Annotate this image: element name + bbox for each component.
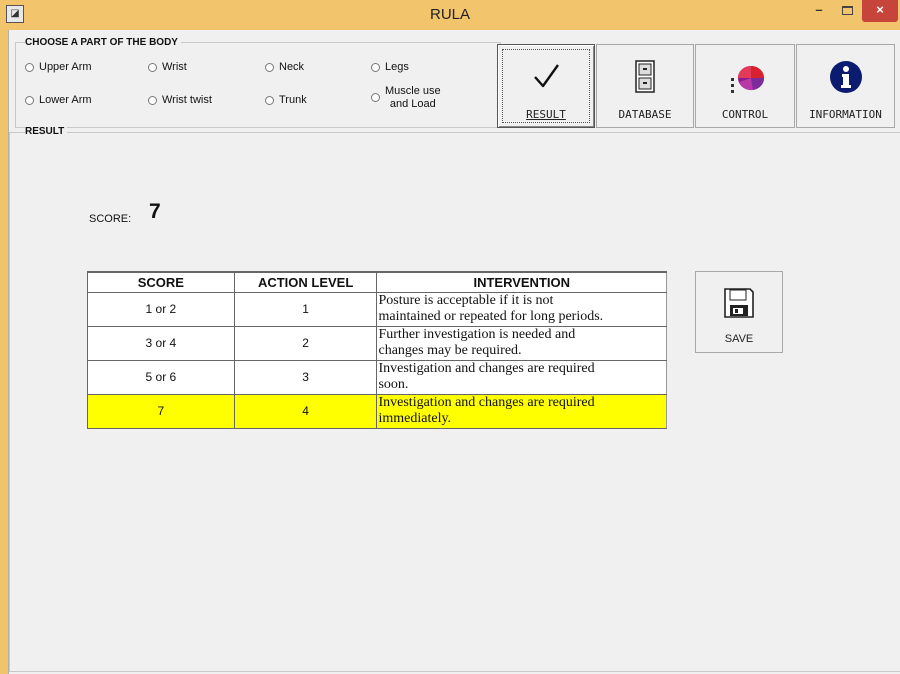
title-bar: ◪ RULA – × <box>0 0 900 30</box>
action-level-cell: 2 <box>234 326 378 361</box>
information-button-label: INFORMATION <box>809 108 882 121</box>
maximize-button[interactable] <box>834 0 860 22</box>
intervention-line-1: Investigation and changes are required <box>378 361 595 376</box>
column-header-score: SCORE <box>87 272 235 293</box>
action-level-cell: 1 <box>234 292 378 327</box>
radio-trunk[interactable]: Trunk <box>265 94 307 106</box>
save-button-label: SAVE <box>724 333 754 345</box>
intervention-cell: Further investigation is needed and chan… <box>376 326 667 361</box>
score-cell: 5 or 6 <box>87 360 235 395</box>
radio-legs[interactable]: Legs <box>371 61 409 73</box>
table-row-highlighted: 7 4 Investigation and changes are requir… <box>87 394 667 429</box>
radio-muscle-use-load[interactable]: Muscle use and Load <box>371 85 441 111</box>
intervention-cell: Investigation and changes are required i… <box>376 394 667 429</box>
intervention-line-2: changes may be required. <box>378 343 522 358</box>
radio-circle[interactable] <box>371 62 380 72</box>
intervention-line-1: Posture is acceptable if it is not <box>378 293 554 308</box>
radio-circle[interactable] <box>148 62 157 72</box>
intervention-line-1: Investigation and changes are required <box>378 395 595 410</box>
window-title: RULA <box>429 6 470 23</box>
intervention-line-1: Further investigation is needed and <box>378 327 576 342</box>
radio-lower-arm[interactable]: Lower Arm <box>25 94 92 106</box>
maximize-icon <box>841 6 853 15</box>
result-button-label: RESULT <box>526 108 566 121</box>
save-button[interactable]: SAVE <box>695 271 783 353</box>
control-button-label: CONTROL <box>721 108 769 121</box>
score-label: SCORE: <box>89 213 132 225</box>
radio-label: Lower Arm <box>39 94 92 106</box>
table-row: 1 or 2 1 Posture is acceptable if it is … <box>87 292 667 327</box>
minimize-button[interactable]: – <box>806 0 832 22</box>
radio-circle[interactable] <box>148 95 157 105</box>
table-row: 3 or 4 2 Further investigation is needed… <box>87 326 667 361</box>
score-cell: 3 or 4 <box>87 326 235 361</box>
radio-circle[interactable] <box>265 62 274 72</box>
filing-cabinet-icon <box>597 59 693 95</box>
control-button[interactable]: CONTROL <box>695 44 795 128</box>
radio-circle[interactable] <box>25 62 34 72</box>
column-header-intervention: INTERVENTION <box>376 272 667 293</box>
intervention-cell: Posture is acceptable if it is not maint… <box>376 292 667 327</box>
information-button[interactable]: INFORMATION <box>796 44 895 128</box>
radio-label: Legs <box>385 61 409 73</box>
action-level-table: SCORE ACTION LEVEL INTERVENTION 1 or 2 1… <box>87 271 667 429</box>
intervention-line-2: immediately. <box>378 411 452 426</box>
database-button[interactable]: DATABASE <box>596 44 694 128</box>
action-level-cell: 4 <box>234 394 378 429</box>
close-button[interactable]: × <box>862 0 898 22</box>
pie-chart-icon <box>696 59 794 95</box>
intervention-cell: Investigation and changes are required s… <box>376 360 667 395</box>
score-value: 7 <box>149 200 161 223</box>
action-level-cell: 3 <box>234 360 378 395</box>
column-header-action-level: ACTION LEVEL <box>234 272 378 293</box>
body-part-legend: CHOOSE A PART OF THE BODY <box>25 37 181 48</box>
radio-label: Muscle use and Load <box>385 85 441 111</box>
radio-label-line-2: and Load <box>389 98 436 110</box>
radio-label: Wrist <box>162 61 187 73</box>
main-window-client: CHOOSE A PART OF THE BODY Upper Arm Wris… <box>8 30 900 674</box>
radio-circle[interactable] <box>265 95 274 105</box>
table-row: 5 or 6 3 Investigation and changes are r… <box>87 360 667 395</box>
radio-circle[interactable] <box>371 93 380 102</box>
result-button[interactable]: RESULT <box>497 44 595 128</box>
radio-label: Wrist twist <box>162 94 212 106</box>
score-cell: 7 <box>87 394 235 429</box>
intervention-line-2: maintained or repeated for long periods. <box>378 309 604 324</box>
radio-upper-arm[interactable]: Upper Arm <box>25 61 92 73</box>
result-legend: RESULT <box>25 126 68 137</box>
radio-label: Neck <box>279 61 305 73</box>
score-cell: 1 or 2 <box>87 292 235 327</box>
radio-wrist[interactable]: Wrist <box>148 61 187 73</box>
info-icon <box>797 59 894 95</box>
radio-circle[interactable] <box>25 95 34 105</box>
checkmark-icon <box>498 59 594 95</box>
radio-wrist-twist[interactable]: Wrist twist <box>148 94 212 106</box>
radio-label: Upper Arm <box>39 61 92 73</box>
radio-label: Trunk <box>279 94 307 106</box>
radio-neck[interactable]: Neck <box>265 61 304 73</box>
table-header-row: SCORE ACTION LEVEL INTERVENTION <box>87 272 667 293</box>
intervention-line-2: soon. <box>378 377 409 392</box>
database-button-label: DATABASE <box>618 108 672 121</box>
radio-label-line-1: Muscle use <box>385 85 441 97</box>
floppy-disk-icon <box>696 286 782 320</box>
